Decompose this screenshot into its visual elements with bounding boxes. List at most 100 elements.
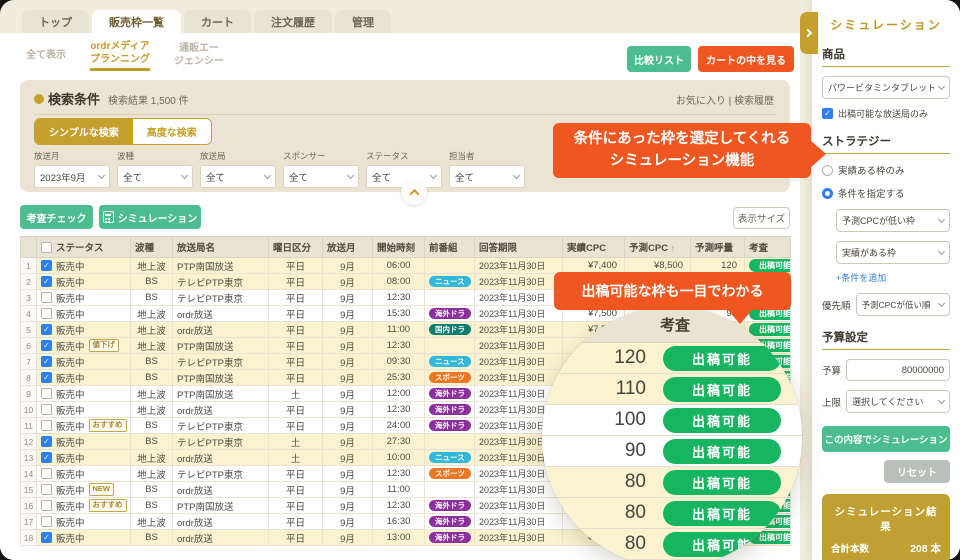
status-cell: 販売中 [37, 306, 131, 322]
deadline-cell: 2023年11月30日 [475, 290, 563, 306]
filter-select-放送局[interactable]: 全て [200, 165, 276, 188]
col-header-曜日区分[interactable]: 曜日区分 [269, 237, 323, 258]
condition1-select[interactable]: 予測CPCが低い枠 [836, 209, 950, 232]
cap-select[interactable]: 選択してください [846, 390, 950, 413]
status-inner: 販売中 [41, 323, 126, 337]
band-cell: 地上波 [131, 514, 173, 530]
publishable-pill[interactable]: 出稿可能 [749, 323, 791, 337]
row-checkbox[interactable] [41, 308, 52, 319]
publishable-pill[interactable]: 出稿可能 [749, 259, 791, 273]
col-header-放送局名[interactable]: 放送局名 [173, 237, 269, 258]
col-header-開始時刻[interactable]: 開始時刻 [373, 237, 425, 258]
row-checkbox[interactable] [41, 484, 52, 495]
col-header-予測呼量[interactable]: 予測呼量 [691, 237, 745, 258]
col-header-考査[interactable]: 考査 [745, 237, 791, 258]
tab-トップ[interactable]: トップ [22, 10, 89, 33]
simulation-button[interactable]: シミュレーション [99, 205, 201, 229]
review-check-button[interactable]: 考査チェック [20, 205, 93, 229]
tab-販売枠一覧[interactable]: 販売枠一覧 [92, 10, 181, 33]
specify-conditions-radiorow[interactable]: 条件を指定する [822, 186, 950, 200]
status-label: 販売中 [56, 483, 85, 497]
col-header-放送月[interactable]: 放送月 [323, 237, 373, 258]
genre-cell [425, 338, 475, 354]
sidebar-collapse-tab[interactable] [800, 12, 818, 54]
col-header-予測CPC[interactable]: 予測CPC ↑ [625, 237, 691, 258]
row-checkbox[interactable] [41, 516, 52, 527]
row-checkbox[interactable] [41, 436, 52, 447]
station-cell: テレビPTP東京 [173, 418, 269, 434]
genre-cell: 海外ドラ [425, 386, 475, 402]
row-checkbox[interactable] [41, 404, 52, 415]
col-header-回答期限[interactable]: 回答期限 [475, 237, 563, 258]
history-link[interactable]: 検索履歴 [734, 96, 774, 107]
specify-conditions-radio[interactable] [822, 188, 833, 199]
simple-search-tab[interactable]: シンプルな検索 [35, 119, 133, 144]
subtab-通販エージェンシー[interactable]: 通販エージェンシー [174, 42, 224, 68]
subtab-ordrメディアプランニング[interactable]: ordrメディアプランニング [90, 40, 150, 71]
row-checkbox[interactable] [41, 260, 52, 271]
time-cell: 10:00 [373, 450, 425, 466]
col-header-実績CPC[interactable]: 実績CPC [563, 237, 625, 258]
tab-注文履歴[interactable]: 注文履歴 [254, 10, 332, 33]
month-cell: 9月 [323, 466, 373, 482]
actual-results-radiorow[interactable]: 実績ある枠のみ [822, 163, 950, 177]
compare-list-button[interactable]: 比較リスト [627, 46, 691, 72]
band-cell: 地上波 [131, 466, 173, 482]
col-header-ステータス[interactable]: ステータス [37, 237, 131, 258]
publishable-stations-checkrow[interactable]: 出稿可能な放送局のみ [822, 107, 950, 120]
display-size-button[interactable]: 表示サイズ [733, 207, 790, 229]
col-header-波種[interactable]: 波種 [131, 237, 173, 258]
header-label: 回答期限 [479, 243, 517, 254]
simulation-results-panel: シミュレーション結果 合計本数208 本媒体費100,000,000 円予想呼量… [822, 494, 950, 560]
time-cell: 12:30 [373, 338, 425, 354]
tab-管理[interactable]: 管理 [335, 10, 391, 33]
status-inner: 販売中 [41, 371, 126, 385]
condition2-select[interactable]: 実績がある枠 [836, 241, 950, 264]
row-checkbox[interactable] [41, 324, 52, 335]
filter-select-波種[interactable]: 全て [117, 165, 193, 188]
time-cell: 06:00 [373, 258, 425, 274]
filter-select-放送月[interactable]: 2023年9月 [34, 165, 110, 188]
month-cell: 9月 [323, 530, 373, 546]
row-checkbox[interactable] [41, 420, 52, 431]
view-cart-button[interactable]: カートの中を見る [698, 46, 794, 72]
genre-pill-ニュース: ニュース [429, 356, 471, 368]
budget-input[interactable]: 80000000 [846, 359, 950, 381]
filter-select-担当者[interactable]: 全て [449, 165, 525, 188]
product-select[interactable]: パワービタミンタブレット [822, 76, 950, 99]
subtab-全て表示[interactable]: 全て表示 [26, 49, 66, 62]
time-cell: 12:30 [373, 466, 425, 482]
row-checkbox[interactable] [41, 468, 52, 479]
add-condition-link[interactable]: +条件を追加 [836, 271, 950, 284]
calculator-icon [103, 211, 114, 223]
row-checkbox[interactable] [41, 500, 52, 511]
row-checkbox[interactable] [41, 532, 52, 543]
filter-value: 全て [455, 170, 511, 184]
status-label: 販売中 [56, 451, 85, 465]
filter-select-スポンサー[interactable]: 全て [283, 165, 359, 188]
day-cell: 平日 [269, 530, 323, 546]
col-header-前番組[interactable]: 前番組 [425, 237, 475, 258]
row-checkbox[interactable] [41, 372, 52, 383]
row-checkbox[interactable] [41, 292, 52, 303]
tab-カート[interactable]: カート [184, 10, 251, 33]
strategy-callout-line2: シミュレーション機能 [610, 151, 754, 172]
favorites-link[interactable]: お気に入り [676, 96, 726, 107]
priority-select[interactable]: 予測CPCが低い順 [856, 293, 950, 316]
genre-cell: ニュース [425, 274, 475, 290]
strategy-section-header: ストラテジー [822, 133, 950, 154]
product-select-value: パワービタミンタブレット [828, 81, 936, 94]
select-all-checkbox[interactable] [41, 242, 52, 253]
publishable-stations-checkbox[interactable] [822, 108, 833, 119]
collapse-search-button[interactable] [401, 179, 427, 205]
run-simulation-button[interactable]: この内容でシミュレーション [822, 426, 950, 452]
advanced-search-tab[interactable]: 高度な検索 [133, 119, 211, 144]
priority-label: 優先順 [822, 298, 851, 312]
row-checkbox[interactable] [41, 276, 52, 287]
month-cell: 9月 [323, 258, 373, 274]
row-checkbox[interactable] [41, 340, 52, 351]
row-checkbox[interactable] [41, 452, 52, 463]
row-checkbox[interactable] [41, 388, 52, 399]
reset-button[interactable]: リセット [884, 460, 950, 483]
row-checkbox[interactable] [41, 356, 52, 367]
